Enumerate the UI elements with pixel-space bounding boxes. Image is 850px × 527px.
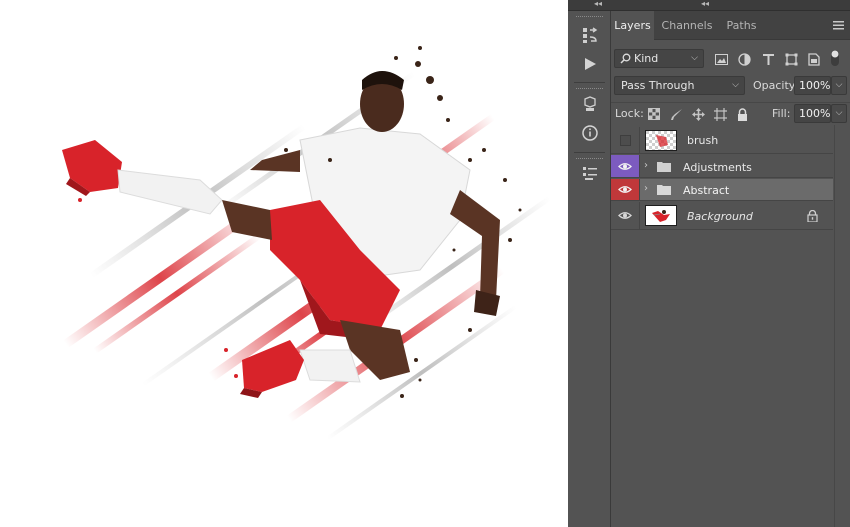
opacity-label: Opacity: — [753, 79, 799, 92]
lock-icon — [807, 210, 818, 222]
toolbar-separator — [574, 82, 605, 83]
layer-list-scrollbar[interactable] — [834, 125, 850, 527]
filter-adjustment-icon[interactable] — [736, 51, 752, 67]
filter-shape-icon[interactable] — [783, 51, 799, 67]
layer-row-brush[interactable]: brush — [611, 127, 833, 154]
properties-icon[interactable] — [577, 161, 603, 185]
opacity-field[interactable]: 100% ⌵ — [794, 76, 847, 95]
layers-panel: Layers Channels Paths Kind ⌵ Pass Throug… — [611, 11, 850, 527]
blend-row: Pass Through ⌵ Opacity: 100% ⌵ — [611, 75, 850, 96]
chevron-down-icon: ⌵ — [732, 80, 739, 90]
collapse-arrows-icon[interactable]: ◂◂ — [594, 0, 602, 8]
document-canvas[interactable] — [0, 0, 568, 527]
panel-tabs: Layers Channels Paths — [611, 11, 850, 40]
layer-row-abstract[interactable]: › Abstract — [611, 179, 833, 201]
visibility-toggle[interactable] — [611, 155, 640, 177]
lock-pixels-brush-icon[interactable] — [668, 106, 684, 122]
visibility-box-icon — [619, 134, 631, 146]
layer-name[interactable]: Background — [687, 210, 753, 223]
chevron-down-icon[interactable]: ⌵ — [831, 76, 847, 95]
toolbar-separator — [574, 152, 605, 153]
layer-list: brush › Adjustments › Abstract Backgroun… — [611, 125, 833, 527]
eye-icon — [618, 162, 632, 170]
dock-collapse-strip[interactable]: ◂◂ ◂◂ — [568, 0, 850, 11]
grip-icon[interactable] — [576, 88, 603, 90]
eye-icon — [618, 212, 632, 219]
visibility-toggle[interactable] — [611, 202, 640, 229]
panel-menu-icon[interactable] — [833, 20, 844, 30]
blend-mode-value: Pass Through — [621, 79, 695, 92]
eye-icon — [618, 186, 632, 193]
blend-mode-dropdown[interactable]: Pass Through ⌵ — [614, 76, 745, 95]
filter-kind-dropdown[interactable]: Kind ⌵ — [614, 49, 704, 68]
chevron-down-icon: ⌵ — [691, 53, 698, 63]
layer-thumbnail-transparent — [645, 130, 677, 151]
opacity-value: 100% — [799, 79, 831, 92]
lock-label: Lock: — [615, 107, 644, 120]
layer-name[interactable]: Abstract — [683, 184, 729, 197]
expand-chevron-icon[interactable]: › — [644, 183, 648, 194]
play-actions-icon[interactable] — [577, 52, 603, 76]
lock-row: Lock: Fill: 100% ⌵ — [611, 102, 850, 123]
fill-value: 100% — [799, 107, 831, 120]
filter-toggle-icon[interactable] — [828, 48, 842, 68]
tab-channels[interactable]: Channels — [658, 11, 716, 40]
filter-smart-object-icon[interactable] — [806, 51, 822, 67]
fill-field[interactable]: 100% ⌵ — [794, 104, 847, 123]
lock-transparent-icon[interactable] — [646, 106, 662, 122]
3d-libraries-icon[interactable] — [577, 92, 603, 116]
tab-paths[interactable]: Paths — [719, 11, 764, 40]
grip-icon[interactable] — [576, 16, 603, 18]
lock-position-move-icon[interactable] — [690, 106, 706, 122]
filter-row: Kind ⌵ — [611, 48, 850, 69]
history-icon[interactable] — [577, 23, 603, 47]
panel-icon-strip — [568, 11, 611, 527]
collapse-arrows-icon[interactable]: ◂◂ — [701, 0, 709, 8]
visibility-toggle-empty[interactable] — [611, 127, 640, 153]
filter-kind-label: Kind — [634, 52, 659, 65]
filter-type-icon[interactable] — [760, 51, 776, 67]
layer-name[interactable]: Adjustments — [683, 161, 752, 174]
folder-icon — [657, 162, 671, 172]
tab-layers[interactable]: Layers — [611, 11, 654, 40]
lock-all-icon[interactable] — [734, 106, 750, 122]
search-icon — [620, 53, 631, 64]
layer-row-adjustments[interactable]: › Adjustments — [611, 155, 833, 178]
lock-artboard-icon[interactable] — [712, 106, 728, 122]
artwork-soccer-player — [62, 46, 552, 441]
layer-row-background[interactable]: Background — [611, 202, 833, 230]
fill-label: Fill: — [772, 107, 791, 120]
layer-name[interactable]: brush — [687, 134, 718, 147]
info-icon[interactable] — [577, 121, 603, 145]
right-dock: ◂◂ ◂◂ Layers Channels Paths Kind ⌵ Pass … — [568, 0, 850, 527]
folder-icon — [657, 185, 671, 195]
grip-icon[interactable] — [576, 158, 603, 160]
visibility-toggle[interactable] — [611, 179, 640, 200]
layer-thumbnail-artwork — [645, 205, 677, 226]
expand-chevron-icon[interactable]: › — [644, 160, 648, 171]
chevron-down-icon[interactable]: ⌵ — [831, 104, 847, 123]
filter-pixel-icon[interactable] — [713, 51, 729, 67]
